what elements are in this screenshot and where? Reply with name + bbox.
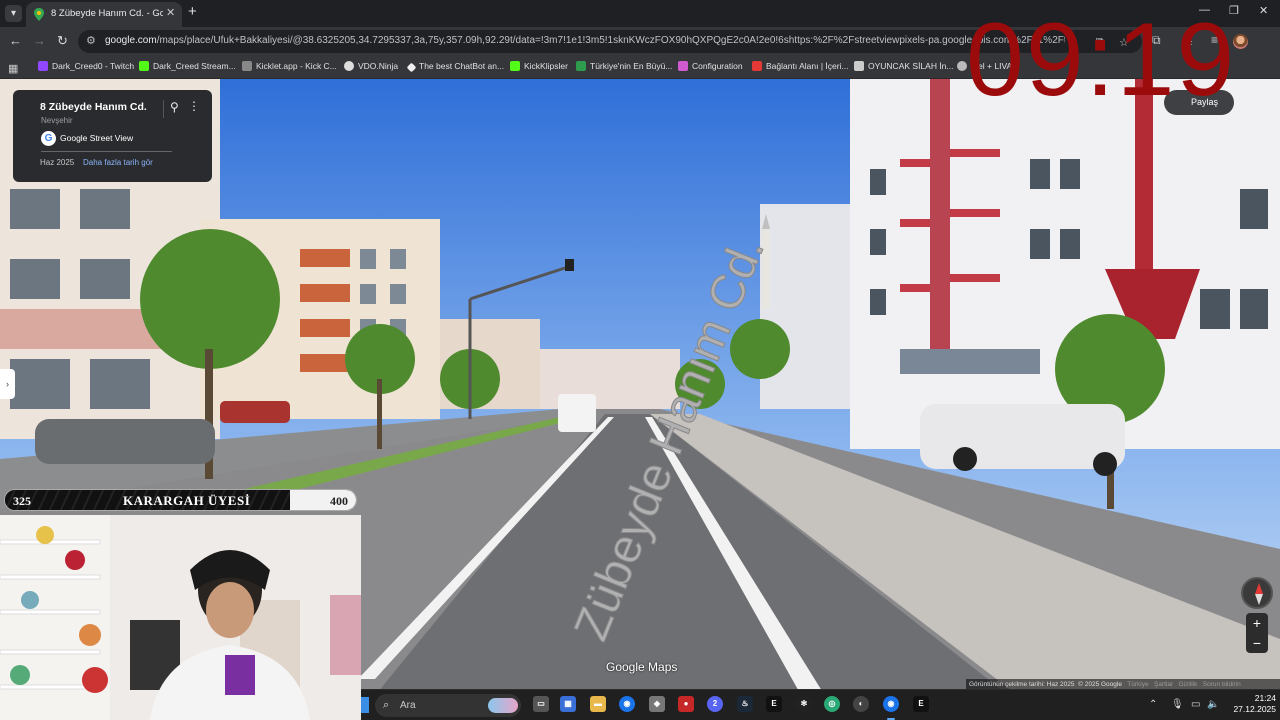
stream-clock-overlay: 09:19 <box>966 2 1237 118</box>
bookmark-label: The best ChatBot an... <box>419 61 505 71</box>
card-divider <box>163 100 164 118</box>
expand-panel-icon[interactable]: › <box>0 369 15 399</box>
place-info-card: 8 Zübeyde Hanım Cd. Nevşehir ⚲ ⋮ G Googl… <box>13 90 212 182</box>
footer-link-report[interactable]: Sorun bildirin <box>1203 681 1241 688</box>
webcam-feed <box>0 515 361 720</box>
file-explorer-icon[interactable]: ▬ <box>590 696 606 712</box>
close-tab-icon[interactable]: ✕ <box>166 6 175 19</box>
webcam-illustration <box>0 515 361 720</box>
tray-expand-icon[interactable]: ⌃ <box>1149 699 1157 710</box>
bookmark-item[interactable]: KickKlipsler <box>510 61 568 71</box>
chrome-active-icon[interactable]: ◉ <box>883 696 899 712</box>
url-path: /maps/place/Ufuk+Bakkaliyesi/@38.6325205… <box>156 35 1065 46</box>
bookmark-item[interactable]: Dark_Creed Stream... <box>139 61 236 71</box>
bookmark-item[interactable]: Configuration <box>678 61 743 71</box>
bookmark-label: Configuration <box>692 61 743 71</box>
copyright: © 2025 Google <box>1078 681 1122 688</box>
zoom-out-icon[interactable]: − <box>1246 633 1268 653</box>
stream-goal-bar: 325 KARARGAH ÜYESİ 400 <box>4 489 357 511</box>
more-options-icon[interactable]: ⋮ <box>188 99 200 113</box>
zoom-control: + − <box>1246 613 1268 653</box>
forward-icon[interactable]: → <box>33 33 46 48</box>
search-placeholder: Ara <box>400 700 416 711</box>
recorder-icon[interactable]: ● <box>678 696 694 712</box>
footer-link-country[interactable]: Türkiye <box>1127 681 1148 688</box>
volume-icon[interactable]: 🔈 <box>1207 699 1219 710</box>
url-host: google.com <box>105 35 157 46</box>
taskbar-clock[interactable]: 21:24 27.12.2025 <box>1228 693 1276 715</box>
steam-icon[interactable]: ♨ <box>737 696 753 712</box>
tab-title: 8 Zübeyde Hanım Cd. - Google <box>51 8 163 19</box>
capture-date: Haz 2025 <box>40 158 75 167</box>
app-icon[interactable]: ◆ <box>649 696 665 712</box>
back-icon[interactable]: ← <box>9 33 22 48</box>
reload-icon[interactable]: ↻ <box>57 33 68 49</box>
browser-tab-active[interactable]: 8 Zübeyde Hanım Cd. - Google ✕ <box>26 2 182 27</box>
place-name: 8 Zübeyde Hanım Cd. <box>40 101 147 113</box>
footer-link-terms[interactable]: Şartlar <box>1154 681 1173 688</box>
obs-icon[interactable]: ◐ <box>853 696 869 712</box>
capture-info: Görüntünün çekilme tarihi: Haz 2025 <box>969 681 1075 688</box>
goal-current: 325 <box>13 494 31 508</box>
google-maps-watermark: Google Maps <box>606 660 678 674</box>
zoom-in-icon[interactable]: + <box>1246 613 1268 633</box>
task-view-icon[interactable]: ▭ <box>533 696 549 712</box>
bookmark-label: Türkiye'nin En Büyü... <box>590 61 673 71</box>
taskbar-time: 21:24 <box>1254 693 1276 703</box>
bookmark-item[interactable]: VDO.Ninja <box>344 61 398 71</box>
goal-label: KARARGAH ÜYESİ <box>123 493 251 508</box>
epic-launcher-icon[interactable]: E <box>913 696 929 712</box>
site-info-icon[interactable]: ⚙ <box>86 34 96 47</box>
bookmark-label: Kicklet.app - Kick C... <box>256 61 337 71</box>
bookmark-item[interactable]: The best ChatBot an... <box>406 61 505 73</box>
apps-grid-icon[interactable]: ▦ <box>8 62 18 75</box>
bookmark-label: Bağlantı Alanı | İçeri... <box>766 61 849 71</box>
tab-search-button[interactable]: ▾ <box>5 5 22 22</box>
new-tab-icon[interactable]: + <box>188 3 197 20</box>
screen: ▾ 8 Zübeyde Hanım Cd. - Google ✕ + — ❐ ✕… <box>0 0 1280 720</box>
bookmark-label: Dark_Creed Stream... <box>153 61 236 71</box>
windows-taskbar: ⌕ Ara ▭ ▦ ▬ ◉ ◆ ● 2 ♨ E ✻ ◎ ◐ ◉ E ⌃ 🎙 ▭ … <box>361 689 1280 720</box>
start-button[interactable] <box>361 697 369 713</box>
goal-target: 400 <box>330 494 348 508</box>
discord-badge: 2 <box>712 699 718 708</box>
discord-icon[interactable]: 2 <box>707 696 723 712</box>
bookmark-label: Dark_Creed0 - Twitch <box>52 61 135 71</box>
epic-games-icon[interactable]: E <box>766 696 782 712</box>
place-city: Nevşehir <box>41 116 73 125</box>
app-green-icon[interactable]: ◎ <box>824 696 840 712</box>
bookmark-label: KickKlipsler <box>524 61 568 71</box>
store-icon[interactable]: ▦ <box>560 696 576 712</box>
close-window-icon[interactable]: ✕ <box>1259 4 1268 17</box>
taskbar-search[interactable]: ⌕ Ara <box>375 694 521 717</box>
bookmark-item[interactable]: Türkiye'nin En Büyü... <box>576 61 672 71</box>
bookmark-item[interactable]: Bağlantı Alanı | İçeri... <box>752 61 849 71</box>
google-logo-icon: G <box>41 131 56 146</box>
taskbar-date: 27.12.2025 <box>1233 704 1276 714</box>
chatgpt-icon[interactable]: ✻ <box>796 696 812 712</box>
maps-favicon-icon <box>34 8 44 21</box>
provider-label: Google Street View <box>60 133 134 143</box>
bookmark-label: OYUNCAK SİLAH İn... <box>868 61 954 71</box>
bookmark-item[interactable]: OYUNCAK SİLAH İn... <box>854 61 954 71</box>
bookmark-label: VDO.Ninja <box>358 61 399 71</box>
bookmark-item[interactable]: Kicklet.app - Kick C... <box>242 61 337 71</box>
card-separator <box>41 151 172 152</box>
location-pin-icon[interactable]: ⚲ <box>170 100 179 114</box>
chrome-icon[interactable]: ◉ <box>619 696 635 712</box>
footer-link-privacy[interactable]: Gizlilik <box>1179 681 1198 688</box>
more-dates-link[interactable]: Daha fazla tarih gör <box>83 158 153 167</box>
url-text[interactable]: google.com/maps/place/Ufuk+Bakkaliyesi/@… <box>105 35 1065 46</box>
bookmark-item[interactable]: Dark_Creed0 - Twitch <box>38 61 134 71</box>
search-highlight-icon <box>488 698 518 713</box>
microphone-icon[interactable]: 🎙 <box>1171 699 1184 710</box>
network-icon[interactable]: ▭ <box>1191 699 1200 710</box>
search-icon: ⌕ <box>383 699 390 711</box>
compass-icon[interactable] <box>1241 577 1273 609</box>
